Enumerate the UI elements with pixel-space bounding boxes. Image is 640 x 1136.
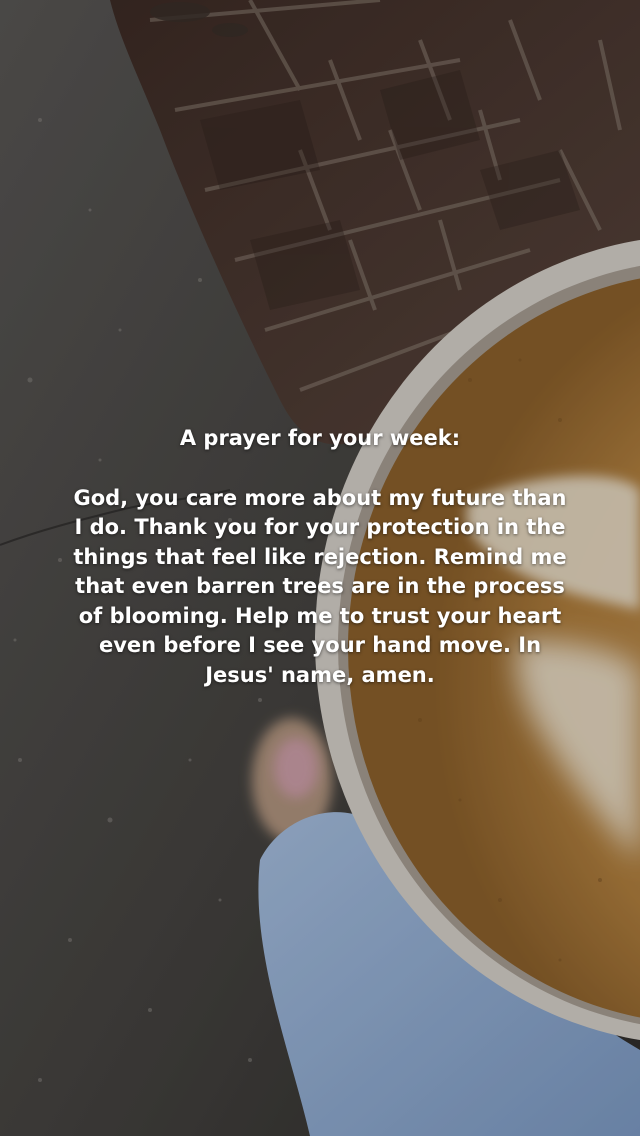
caption-body: God, you care more about my future than … <box>73 485 567 687</box>
story-frame: A prayer for your week: God, you care mo… <box>0 0 640 1136</box>
prayer-caption: A prayer for your week: God, you care mo… <box>70 424 570 690</box>
caption-heading: A prayer for your week: <box>179 426 461 450</box>
